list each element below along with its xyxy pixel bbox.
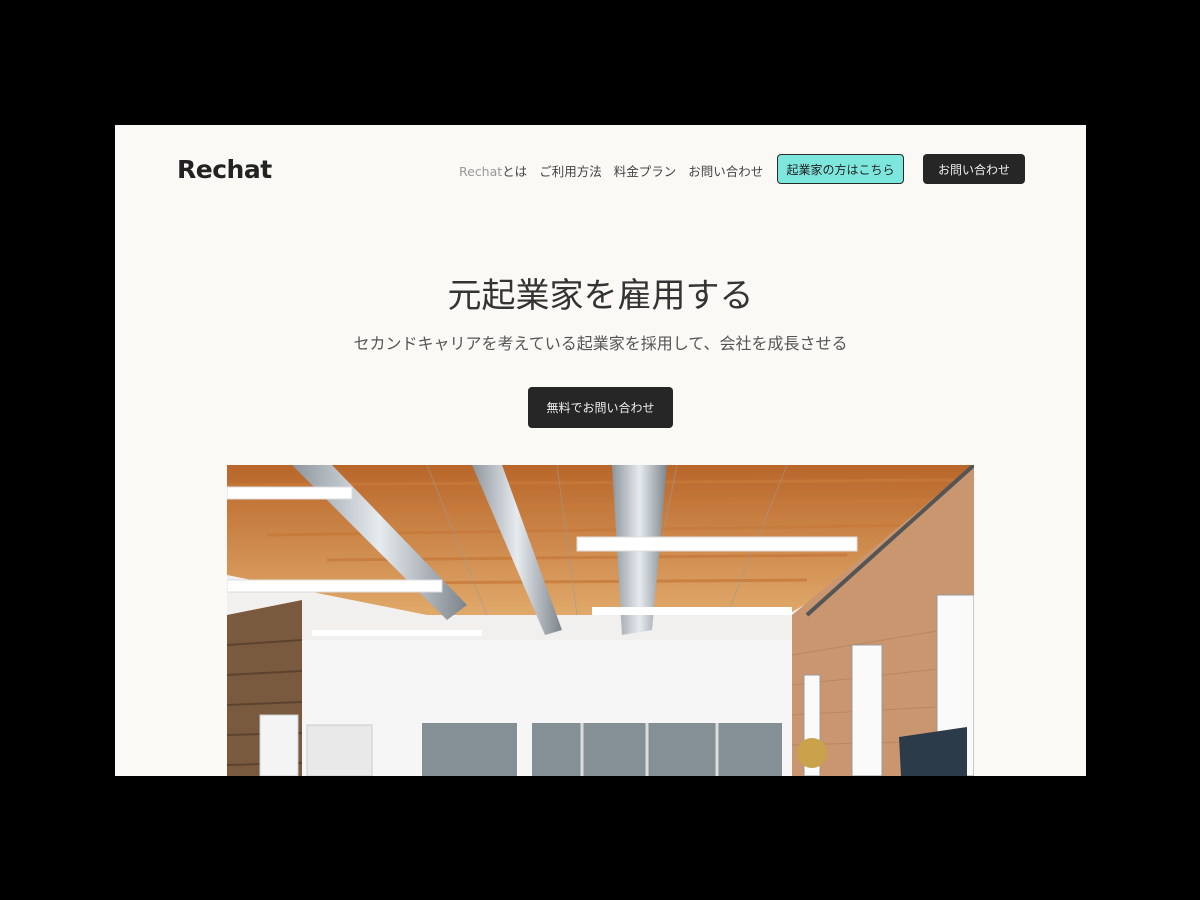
- nav-pricing[interactable]: 料金プラン: [614, 161, 677, 180]
- nav-usage[interactable]: ご利用方法: [539, 161, 602, 180]
- nav-contact[interactable]: お問い合わせ: [688, 161, 763, 180]
- nav-about[interactable]: Rechatとは: [459, 161, 527, 180]
- hero-title: 元起業家を雇用する: [447, 276, 754, 316]
- landing-page: Rechat Rechatとは ご利用方法 料金プラン お問い合わせ 起業家の方…: [115, 125, 1086, 776]
- logo[interactable]: Rechat: [177, 155, 272, 184]
- nav-about-brand: Rechat: [459, 164, 503, 179]
- nav-about-suffix: とは: [502, 164, 528, 179]
- hero-subtitle: セカンドキャリアを考えている起業家を採用して、会社を成長させる: [353, 334, 848, 353]
- free-contact-button[interactable]: 無料でお問い合わせ: [528, 387, 673, 428]
- entrepreneur-button[interactable]: 起業家の方はこちら: [777, 154, 904, 184]
- contact-button[interactable]: お問い合わせ: [923, 154, 1025, 184]
- main-nav: Rechatとは ご利用方法 料金プラン お問い合わせ: [459, 161, 763, 180]
- office-photo: [227, 465, 974, 776]
